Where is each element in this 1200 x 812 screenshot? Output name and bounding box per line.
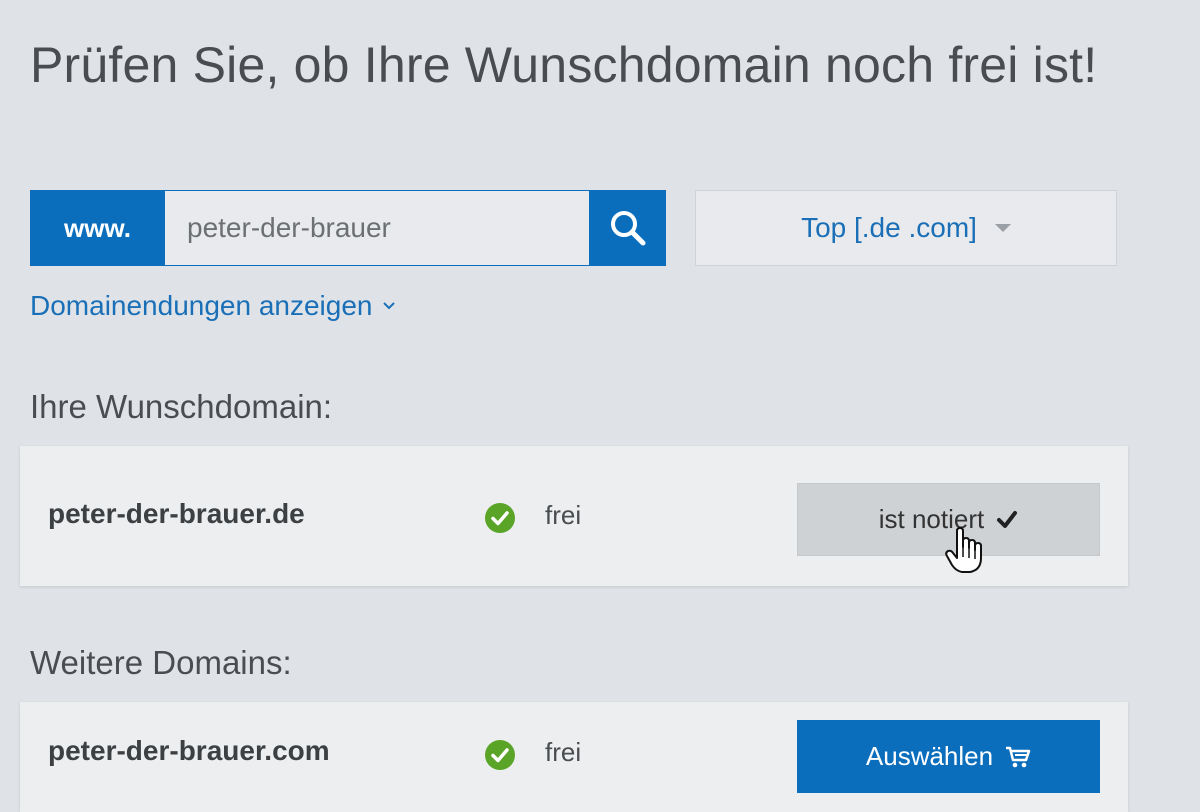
domain-name: peter-der-brauer.com xyxy=(48,735,330,766)
domain-search-input[interactable] xyxy=(165,190,589,266)
show-domain-endings-label: Domainendungen anzeigen xyxy=(30,290,373,321)
caret-down-icon xyxy=(994,224,1011,232)
domain-search-bar: www. xyxy=(30,190,666,266)
chevron-down-icon xyxy=(382,302,395,310)
cart-icon xyxy=(1006,746,1031,767)
domain-name: peter-der-brauer.de xyxy=(48,498,305,529)
check-circle-icon xyxy=(485,740,515,770)
wish-domain-row: peter-der-brauer.de frei ist notiert xyxy=(20,446,1128,586)
search-button[interactable] xyxy=(589,190,666,266)
select-domain-button[interactable]: Auswählen xyxy=(797,720,1100,793)
check-circle-icon xyxy=(485,503,515,533)
domain-row: peter-der-brauer.com frei Auswählen xyxy=(20,702,1128,812)
noted-button-label: ist notiert xyxy=(878,504,985,534)
tld-filter-label: Top [.de .com] xyxy=(801,212,977,243)
checkmark-icon xyxy=(997,510,1018,528)
availability-status: frei xyxy=(545,500,582,530)
select-button-label: Auswählen xyxy=(865,741,994,771)
page-title: Prüfen Sie, ob Ihre Wunschdomain noch fr… xyxy=(30,37,1098,93)
availability-status: frei xyxy=(545,737,582,767)
noted-button[interactable]: ist notiert xyxy=(797,483,1100,556)
www-prefix-label: www. xyxy=(30,190,165,266)
wish-domain-heading: Ihre Wunschdomain: xyxy=(30,388,333,425)
more-domains-heading: Weitere Domains: xyxy=(30,644,292,681)
show-domain-endings-link[interactable]: Domainendungen anzeigen xyxy=(30,290,397,322)
search-icon xyxy=(610,211,645,246)
tld-filter-dropdown[interactable]: Top [.de .com] xyxy=(695,190,1117,266)
